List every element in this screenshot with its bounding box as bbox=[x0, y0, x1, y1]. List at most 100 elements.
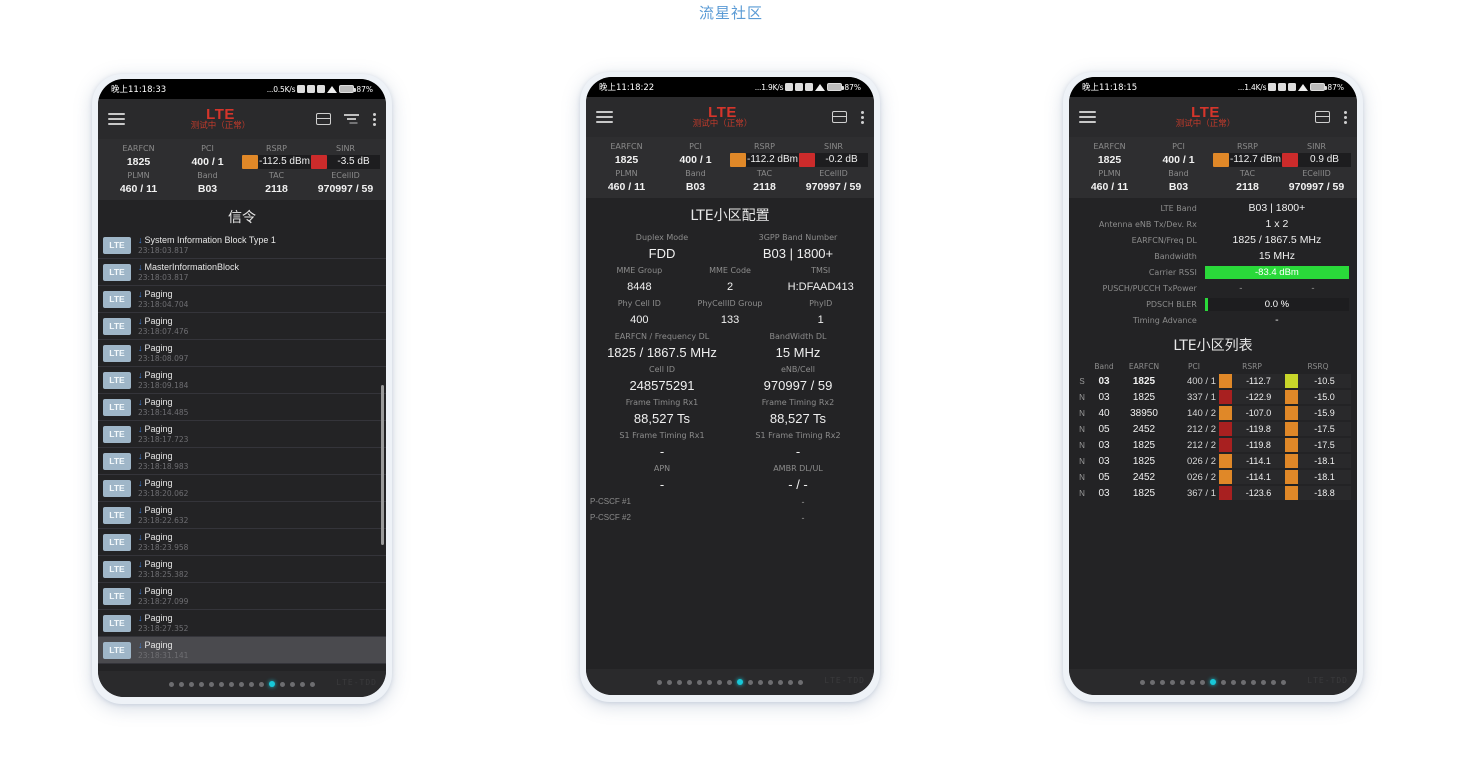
metric-label-rsrp: RSRP bbox=[753, 142, 776, 151]
more-vertical-icon[interactable] bbox=[860, 110, 864, 124]
hamburger-icon[interactable] bbox=[108, 113, 125, 125]
signaling-list-item[interactable]: LTE ↓ System Information Block Type 1 23:18… bbox=[98, 232, 386, 259]
pager-dot[interactable] bbox=[1200, 679, 1205, 685]
cell-table-row[interactable]: N 05 2452 026 / 2 -114.1 -18.1 bbox=[1075, 469, 1351, 485]
pager-dot[interactable] bbox=[280, 681, 285, 687]
cell-table-body[interactable]: S 03 1825 400 / 1 -112.7 -10.5 N 03 1825 337 / 1 -… bbox=[1075, 373, 1351, 501]
cell-table-row[interactable]: S 03 1825 400 / 1 -112.7 -10.5 bbox=[1075, 373, 1351, 389]
pager-dot[interactable] bbox=[748, 679, 753, 685]
downlink-arrow-icon: ↓ bbox=[138, 450, 143, 461]
cell-table-row[interactable]: N 05 2452 212 / 2 -119.8 -17.5 bbox=[1075, 421, 1351, 437]
pager-dot[interactable] bbox=[778, 679, 783, 685]
rsrp-chip bbox=[1219, 438, 1232, 452]
pager-dot[interactable] bbox=[1251, 679, 1256, 685]
sinr-text: 0.9 dB bbox=[1298, 153, 1351, 167]
pager-dot[interactable] bbox=[1190, 679, 1195, 685]
signaling-list-item[interactable]: LTE ↓ Paging 23:18:23.958 bbox=[98, 529, 386, 556]
pager-dot[interactable] bbox=[737, 679, 743, 685]
card-icon[interactable] bbox=[1315, 111, 1330, 123]
rsrp-text: -112.5 dBm bbox=[258, 155, 311, 169]
sinr-text: -3.5 dB bbox=[327, 155, 380, 169]
signaling-list-item[interactable]: LTE ↓ Paging 23:18:31.141 bbox=[98, 637, 386, 664]
card-icon[interactable] bbox=[316, 113, 331, 125]
pager-dots[interactable] bbox=[1140, 679, 1286, 685]
signaling-list-item[interactable]: LTE ↓ Paging 23:18:22.632 bbox=[98, 502, 386, 529]
signaling-list-item[interactable]: LTE ↓ Paging 23:18:27.352 bbox=[98, 610, 386, 637]
pager-dot[interactable] bbox=[727, 679, 732, 685]
hamburger-icon[interactable] bbox=[596, 111, 613, 123]
pager-dot[interactable] bbox=[300, 681, 305, 687]
filter-icon[interactable] bbox=[344, 113, 359, 126]
signaling-list-item[interactable]: LTE ↓ MasterInformationBlock 23:18:03.817 bbox=[98, 259, 386, 286]
cell-table-row[interactable]: N 03 1825 026 / 2 -114.1 -18.1 bbox=[1075, 453, 1351, 469]
pager-dot[interactable] bbox=[269, 681, 275, 687]
hamburger-icon[interactable] bbox=[1079, 111, 1096, 123]
pager-dot[interactable] bbox=[229, 681, 234, 687]
scrollbar-thumb[interactable] bbox=[381, 385, 384, 545]
pager-dot[interactable] bbox=[707, 679, 712, 685]
pager-dots[interactable] bbox=[657, 679, 803, 685]
signaling-list-item[interactable]: LTE ↓ Paging 23:18:17.723 bbox=[98, 421, 386, 448]
pager-dot[interactable] bbox=[1241, 679, 1246, 685]
page-subtitle: 测试中（正常） bbox=[1175, 119, 1236, 130]
pager-dot[interactable] bbox=[179, 681, 184, 687]
pager-dot[interactable] bbox=[717, 679, 722, 685]
pager-dot[interactable] bbox=[199, 681, 204, 687]
metrics-values-row-2: 460 / 11 B03 2118 970997 / 59 bbox=[1075, 180, 1351, 194]
signaling-list[interactable]: LTE ↓ System Information Block Type 1 23:18… bbox=[98, 232, 386, 664]
pager-dot[interactable] bbox=[1281, 679, 1286, 685]
cell-table-row[interactable]: N 40 38950 140 / 2 -107.0 -15.9 bbox=[1075, 405, 1351, 421]
pager-dot[interactable] bbox=[259, 681, 264, 687]
cell-earfcn: 38950 bbox=[1130, 407, 1158, 419]
more-vertical-icon[interactable] bbox=[372, 112, 376, 126]
pager-dot[interactable] bbox=[189, 681, 194, 687]
radio-parameter-label: PDSCH BLER bbox=[1146, 299, 1197, 309]
pager-dot[interactable] bbox=[310, 681, 315, 687]
signaling-body: ↓ Paging 23:18:09.184 bbox=[138, 370, 380, 391]
pager-dot[interactable] bbox=[1170, 679, 1175, 685]
pager-dot[interactable] bbox=[758, 679, 763, 685]
signaling-message-name: ↓ Paging bbox=[138, 424, 380, 435]
pager-dot[interactable] bbox=[657, 679, 662, 685]
signaling-list-item[interactable]: LTE ↓ Paging 23:18:20.062 bbox=[98, 475, 386, 502]
cell-table-row[interactable]: N 03 1825 212 / 2 -119.8 -17.5 bbox=[1075, 437, 1351, 453]
pager-dot[interactable] bbox=[1140, 679, 1145, 685]
pager-dot[interactable] bbox=[169, 681, 174, 687]
pager-dot[interactable] bbox=[1221, 679, 1226, 685]
signaling-list-item[interactable]: LTE ↓ Paging 23:18:04.704 bbox=[98, 286, 386, 313]
pager-dot[interactable] bbox=[1150, 679, 1155, 685]
pager-dot[interactable] bbox=[1180, 679, 1185, 685]
pager-dot[interactable] bbox=[1160, 679, 1165, 685]
rat-badge: LTE bbox=[103, 506, 131, 524]
signaling-list-item[interactable]: LTE ↓ Paging 23:18:18.983 bbox=[98, 448, 386, 475]
signaling-list-item[interactable]: LTE ↓ Paging 23:18:25.382 bbox=[98, 556, 386, 583]
signaling-list-item[interactable]: LTE ↓ Paging 23:18:09.184 bbox=[98, 367, 386, 394]
card-icon[interactable] bbox=[832, 111, 847, 123]
cell-table-row[interactable]: N 03 1825 337 / 1 -122.9 -15.0 bbox=[1075, 389, 1351, 405]
pager-dot[interactable] bbox=[768, 679, 773, 685]
pager-dot[interactable] bbox=[697, 679, 702, 685]
pager-dot[interactable] bbox=[667, 679, 672, 685]
pager-dots[interactable] bbox=[169, 681, 315, 687]
more-vertical-icon[interactable] bbox=[1343, 110, 1347, 124]
signaling-list-item[interactable]: LTE ↓ Paging 23:18:08.097 bbox=[98, 340, 386, 367]
pager-dot[interactable] bbox=[687, 679, 692, 685]
pager-dot[interactable] bbox=[1210, 679, 1216, 685]
signaling-list-item[interactable]: LTE ↓ Paging 23:18:07.476 bbox=[98, 313, 386, 340]
pager-dot[interactable] bbox=[249, 681, 254, 687]
cell-table-row[interactable]: N 03 1825 367 / 1 -123.6 -18.8 bbox=[1075, 485, 1351, 501]
pager-dot[interactable] bbox=[788, 679, 793, 685]
pager-dot[interactable] bbox=[798, 679, 803, 685]
pager-dot[interactable] bbox=[1271, 679, 1276, 685]
signaling-list-item[interactable]: LTE ↓ Paging 23:18:14.485 bbox=[98, 394, 386, 421]
downlink-arrow-icon: ↓ bbox=[138, 423, 143, 434]
pager-dot[interactable] bbox=[1231, 679, 1236, 685]
pager-dot[interactable] bbox=[677, 679, 682, 685]
pager-dot[interactable] bbox=[209, 681, 214, 687]
pager-dot[interactable] bbox=[290, 681, 295, 687]
phone1-pager: LTE-TDD bbox=[98, 671, 386, 697]
signaling-list-item[interactable]: LTE ↓ Paging 23:18:27.099 bbox=[98, 583, 386, 610]
pager-dot[interactable] bbox=[219, 681, 224, 687]
pager-dot[interactable] bbox=[239, 681, 244, 687]
pager-dot[interactable] bbox=[1261, 679, 1266, 685]
